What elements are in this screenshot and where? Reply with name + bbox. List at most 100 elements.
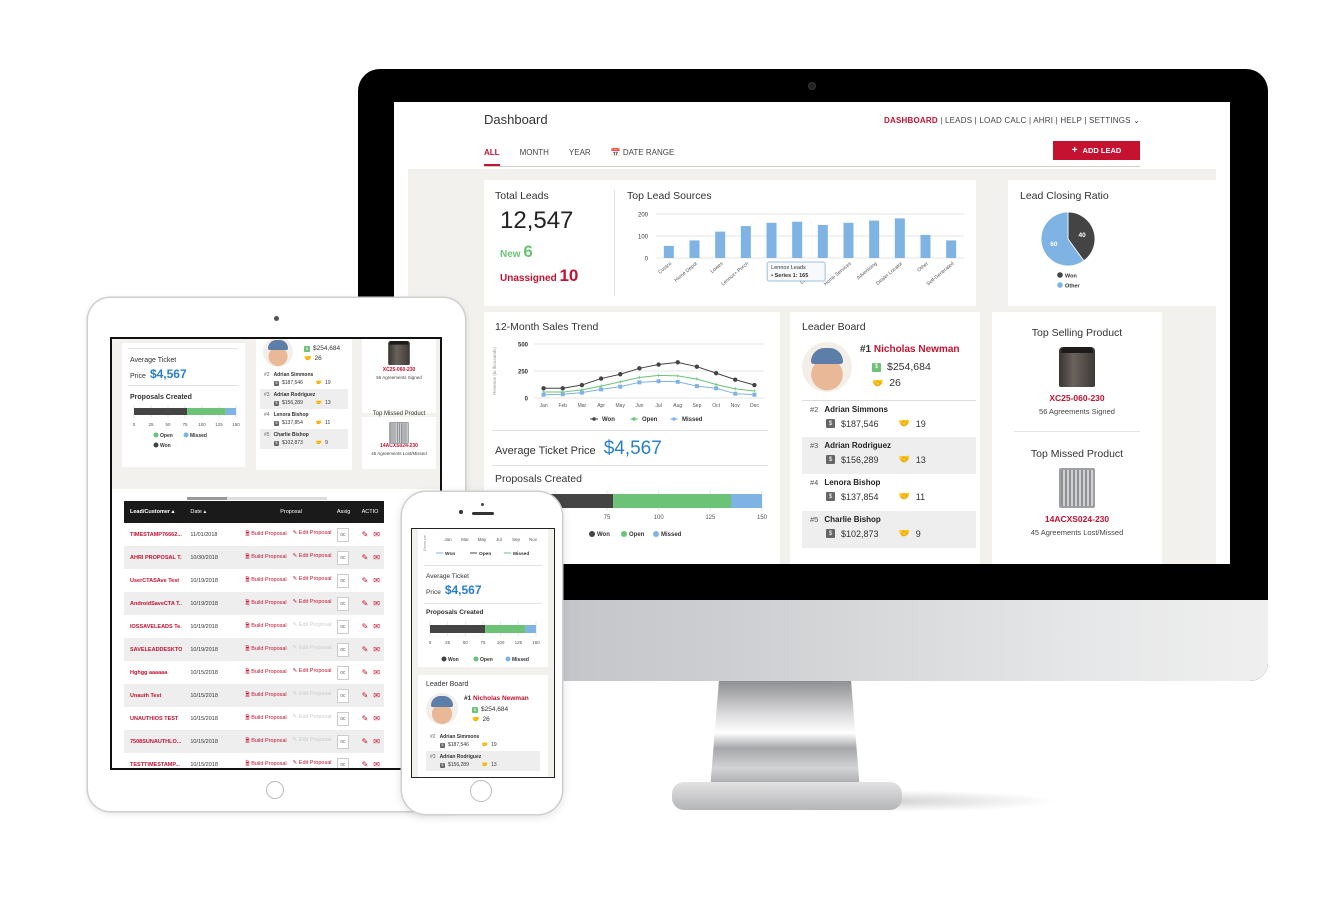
table-row[interactable]: TIMESTAMP76662... 11/01/2018 🗎 Build Propo… <box>124 523 384 546</box>
home-button[interactable] <box>266 781 284 799</box>
edit-icon[interactable]: ✎ <box>362 645 369 654</box>
email-icon[interactable]: ✉ <box>373 530 380 539</box>
home-button[interactable] <box>470 780 492 802</box>
edit-icon[interactable]: ✎ <box>362 576 369 585</box>
edit-proposal-link[interactable]: ✎ Edit Proposal <box>293 576 332 585</box>
leaderboard-row[interactable]: #2 Adrian Simmons $ $187,546 🤝 19 <box>260 369 348 389</box>
edit-icon[interactable]: ✎ <box>362 691 369 700</box>
lead-name-link[interactable]: AndroidSaveCTA T... <box>124 601 182 607</box>
email-icon[interactable]: ✉ <box>373 645 380 654</box>
col-lead-customer[interactable]: Lead/Customer ▴ <box>124 509 182 515</box>
table-row[interactable]: AHRI PROPOSAL T... 10/30/2018 🗎 Build Prop… <box>124 546 384 569</box>
leaderboard-row[interactable]: #2 Adrian Simmons $ $187,546 🤝 19 <box>802 401 976 437</box>
lead-name-link[interactable]: 7508SUNAUTHLO... <box>124 739 182 745</box>
build-proposal-link[interactable]: 🗎 Build Proposal <box>245 714 286 723</box>
lead-name-link[interactable]: Hghgg aaaaaa <box>124 670 182 676</box>
tab-month[interactable]: MONTH <box>520 148 549 166</box>
email-icon[interactable]: ✉ <box>373 553 380 562</box>
table-row[interactable]: SAVELEADDESKTO... 10/19/2018 🗎 Build Propo… <box>124 638 384 661</box>
assign-select[interactable]: oc <box>336 573 349 588</box>
email-icon[interactable]: ✉ <box>373 599 380 608</box>
top-selling-model[interactable]: XC25-060-230 <box>992 393 1162 403</box>
lead-name-link[interactable]: AHRI PROPOSAL T... <box>124 555 182 561</box>
nav-leads[interactable]: LEADS <box>945 116 972 125</box>
build-proposal-link[interactable]: 🗎 Build Proposal <box>245 760 286 768</box>
add-lead-button[interactable]: + ADD LEAD <box>1053 141 1140 160</box>
leaderboard-row[interactable]: #3 Adrian Rodriguez $ $156,289 🤝 13 <box>426 751 540 771</box>
tab-date-range[interactable]: 📅 DATE RANGE <box>611 148 675 166</box>
leader-top[interactable]: #1 Nicholas Newman <box>860 344 960 355</box>
leaderboard-row[interactable]: #3 Adrian Rodriguez $ $156,289 🤝 13 <box>260 389 348 409</box>
nav-help[interactable]: HELP <box>1060 116 1082 125</box>
table-row[interactable]: TESTTIMESTAMP... 10/15/2018 🗎 Build Propos… <box>124 753 384 768</box>
leaderboard-row[interactable]: #2 Adrian Simmons $ $187,546 🤝 19 <box>426 731 540 751</box>
edit-proposal-link[interactable]: ✎ Edit Proposal <box>293 553 332 562</box>
edit-icon[interactable]: ✎ <box>362 760 369 768</box>
leader-top[interactable]: #1 Nicholas Newman <box>464 695 529 702</box>
leaderboard-row[interactable]: #5 Charlie Bishop $ $102,873 🤝 9 <box>260 429 348 449</box>
unassigned-leads[interactable]: Unassigned 10 <box>500 266 578 286</box>
assign-select[interactable]: oc <box>336 550 349 565</box>
nav-settings[interactable]: SETTINGS <box>1089 116 1131 125</box>
leader-top[interactable]: #1 Nicholas Newman <box>298 339 358 341</box>
email-icon[interactable]: ✉ <box>373 760 380 768</box>
build-proposal-link[interactable]: 🗎 Build Proposal <box>245 668 286 677</box>
build-proposal-link[interactable]: 🗎 Build Proposal <box>245 645 286 654</box>
table-row[interactable]: IOSSAVELEADS Te... 10/19/2018 🗎 Build Prop… <box>124 615 384 638</box>
build-proposal-link[interactable]: 🗎 Build Proposal <box>245 622 286 631</box>
email-icon[interactable]: ✉ <box>373 576 380 585</box>
edit-proposal-link[interactable]: ✎ Edit Proposal <box>293 530 332 539</box>
email-icon[interactable]: ✉ <box>373 737 380 746</box>
lead-name-link[interactable]: UNAUTHIOS TEST <box>124 716 182 722</box>
table-row[interactable]: Unauth Test 10/15/2018 🗎 Build Proposal ✎ E… <box>124 684 384 707</box>
lead-name-link[interactable]: SAVELEADDESKTO... <box>124 647 182 653</box>
build-proposal-link[interactable]: 🗎 Build Proposal <box>245 553 286 562</box>
nav-ahri[interactable]: AHRI <box>1033 116 1053 125</box>
build-proposal-link[interactable]: 🗎 Build Proposal <box>245 599 286 608</box>
nav-dashboard[interactable]: DASHBOARD <box>884 116 938 125</box>
assign-select[interactable]: oc <box>336 688 349 703</box>
build-proposal-link[interactable]: 🗎 Build Proposal <box>245 530 286 539</box>
col-date[interactable]: Date ▴ <box>182 509 235 515</box>
lead-name-link[interactable]: TESTTIMESTAMP... <box>124 762 182 768</box>
tab-all[interactable]: ALL <box>484 148 500 166</box>
assign-select[interactable]: oc <box>336 665 349 680</box>
edit-icon[interactable]: ✎ <box>362 737 369 746</box>
email-icon[interactable]: ✉ <box>373 622 380 631</box>
edit-proposal-link[interactable]: ✎ Edit Proposal <box>293 760 332 768</box>
edit-proposal-link[interactable]: ✎ Edit Proposal <box>293 599 332 608</box>
leaderboard-row[interactable]: #4 Lenora Bishop $ $137,854 🤝 11 <box>802 474 976 511</box>
leaderboard-row[interactable]: #4 Lenora Bishop $ $137,854 🤝 11 <box>260 409 348 429</box>
assign-select[interactable]: oc <box>336 527 349 542</box>
edit-icon[interactable]: ✎ <box>362 530 369 539</box>
chevron-down-icon[interactable]: ⌄ <box>1133 116 1140 125</box>
assign-select[interactable]: oc <box>336 734 349 749</box>
edit-icon[interactable]: ✎ <box>362 553 369 562</box>
assign-select[interactable]: oc <box>336 642 349 657</box>
lead-name-link[interactable]: Unauth Test <box>124 693 182 699</box>
edit-proposal-link[interactable]: ✎ Edit Proposal <box>293 668 332 677</box>
assign-select[interactable]: oc <box>336 757 349 768</box>
leaderboard-row[interactable]: #5 Charlie Bishop $ $102,873 🤝 9 <box>802 511 976 548</box>
edit-icon[interactable]: ✎ <box>362 668 369 677</box>
table-row[interactable]: AndroidSaveCTA T... 10/19/2018 🗎 Build Pro… <box>124 592 384 615</box>
lead-name-link[interactable]: IOSSAVELEADS Te... <box>124 624 182 630</box>
table-row[interactable]: 7508SUNAUTHLO... 10/15/2018 🗎 Build Propos… <box>124 730 384 753</box>
top-missed-model[interactable]: 14ACXS024-230 <box>992 514 1162 524</box>
tab-year[interactable]: YEAR <box>569 148 591 166</box>
edit-icon[interactable]: ✎ <box>362 599 369 608</box>
email-icon[interactable]: ✉ <box>373 668 380 677</box>
top-selling-model[interactable]: XC25-060-230 <box>362 367 436 373</box>
build-proposal-link[interactable]: 🗎 Build Proposal <box>245 737 286 746</box>
lead-name-link[interactable]: TIMESTAMP76662... <box>124 532 182 538</box>
email-icon[interactable]: ✉ <box>373 691 380 700</box>
table-row[interactable]: UserCTASAve Test 10/19/2018 🗎 Build Propos… <box>124 569 384 592</box>
horizontal-scrollbar[interactable] <box>187 497 327 500</box>
edit-icon[interactable]: ✎ <box>362 714 369 723</box>
lead-name-link[interactable]: UserCTASAve Test <box>124 578 182 584</box>
build-proposal-link[interactable]: 🗎 Build Proposal <box>245 691 286 700</box>
leaderboard-row[interactable]: #3 Adrian Rodriguez $ $156,289 🤝 13 <box>802 437 976 474</box>
assign-select[interactable]: oc <box>336 596 349 611</box>
build-proposal-link[interactable]: 🗎 Build Proposal <box>245 576 286 585</box>
email-icon[interactable]: ✉ <box>373 714 380 723</box>
